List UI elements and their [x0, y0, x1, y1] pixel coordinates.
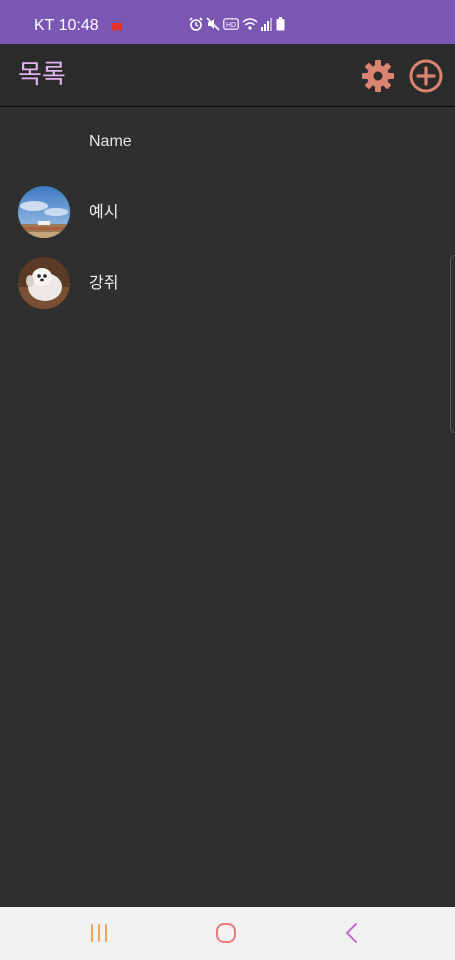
status-bar: KT 10:48 HD: [0, 0, 455, 44]
alarm-icon: [189, 17, 203, 31]
list-item-example[interactable]: 예시: [0, 180, 455, 244]
add-button[interactable]: [408, 58, 444, 94]
list-item-label: 예시: [89, 202, 119, 221]
recents-icon: [91, 924, 107, 942]
avatar: [18, 186, 70, 238]
edge-panel-handle[interactable]: [450, 255, 455, 433]
notification-icon: [110, 18, 124, 37]
recents-button[interactable]: [87, 921, 111, 945]
home-icon: [216, 923, 236, 943]
gear-icon: [362, 60, 394, 92]
avatar: [18, 257, 70, 309]
page-title: 목록: [18, 60, 66, 90]
list-item-puppy[interactable]: 강쥐: [0, 251, 455, 315]
mute-icon: [206, 17, 220, 31]
dog-photo: [18, 257, 70, 309]
hd-icon: HD: [223, 18, 239, 30]
signal-icon: [261, 17, 273, 31]
home-button[interactable]: [214, 921, 238, 945]
list-item-label: 강쥐: [89, 273, 119, 292]
app-bar: 목록: [0, 44, 455, 107]
wifi-icon: [242, 17, 258, 31]
settings-button[interactable]: [360, 58, 396, 94]
landscape-photo: [18, 186, 70, 238]
add-circle-icon: [409, 59, 443, 93]
carrier-time: KT 10:48: [34, 17, 99, 34]
status-icons: HD: [189, 17, 285, 31]
name-column-header: Name: [89, 133, 132, 150]
svg-text:HD: HD: [226, 22, 236, 29]
navigation-bar: [0, 907, 455, 960]
back-icon: [346, 923, 357, 943]
back-button[interactable]: [340, 921, 364, 945]
battery-icon: [276, 17, 285, 31]
